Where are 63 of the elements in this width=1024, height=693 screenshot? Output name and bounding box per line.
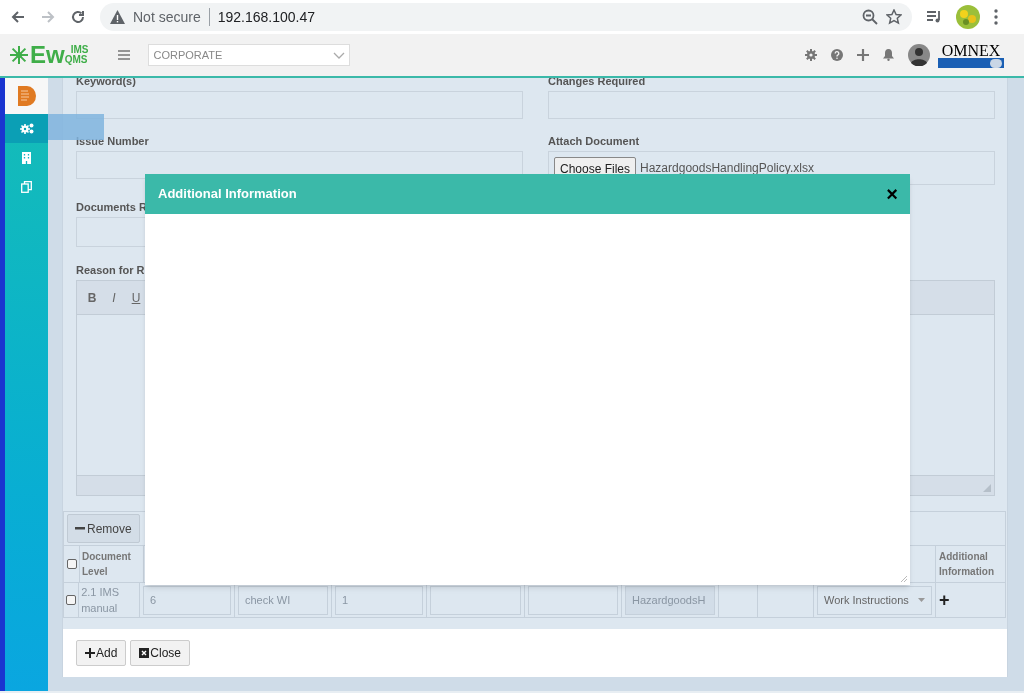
gears-icon [19,123,34,134]
column-header: Document Level [82,550,132,579]
input-field[interactable] [528,585,618,615]
chevron-icon [333,51,346,59]
warning-icon [110,10,125,24]
user-avatar[interactable] [908,44,930,66]
zoom-icon[interactable] [862,9,878,25]
building-icon [22,151,31,164]
logo-text: IMS [69,45,89,55]
settings-icon[interactable] [805,49,817,61]
star-icon[interactable] [886,9,902,25]
resize-grip-icon[interactable] [983,484,991,492]
plus-icon [85,648,95,658]
field-label: Attach Document [548,134,641,148]
help-icon[interactable] [831,49,843,61]
security-label: Not secure [133,7,201,27]
logo-text: QMS [64,55,89,65]
add-button[interactable]: Add [76,640,127,666]
profile-avatar[interactable] [956,5,980,29]
add-info-button[interactable]: + [939,591,950,609]
format-button[interactable]: I [109,288,119,307]
format-button[interactable]: B [87,288,97,307]
resize-grip-icon[interactable] [900,575,907,582]
minus-icon [75,527,85,530]
field-label: Issue Number [76,134,150,148]
close-button[interactable]: Close [130,640,191,666]
plus-icon[interactable] [857,49,869,61]
field-label: Changes Required [548,78,647,88]
sidebar-item[interactable] [5,114,48,143]
checkbox[interactable] [66,559,77,569]
close-button[interactable]: × [886,184,898,204]
logo-text: Ew [30,43,65,67]
url-text: 192.168.100.47 [217,7,316,27]
checkbox[interactable] [66,595,77,605]
input-field[interactable] [430,585,521,615]
menu-icon[interactable] [118,50,131,60]
site-select[interactable]: CORPORATE [148,44,351,66]
bell-icon[interactable] [883,49,894,61]
document-icon [17,86,36,106]
input-field[interactable] [76,91,523,119]
column-header: Additional Information [939,550,995,579]
file-name: HazardgoodsHandlingPolicy.xlsx [640,160,814,177]
address-bar[interactable]: Not secure 192.168.100.47 [100,3,912,31]
back-icon[interactable] [10,9,26,25]
format-button[interactable]: U [131,288,141,307]
input-field[interactable]: 6 [143,585,231,615]
sidebar-item[interactable] [5,78,48,114]
modal-title: Additional Information [158,185,297,204]
reload-icon[interactable] [70,9,86,25]
media-icon[interactable] [926,10,942,24]
sunburst-icon [10,46,28,64]
caret-icon [918,598,925,602]
input-field[interactable]: check WI [238,585,328,615]
close-icon [139,648,150,658]
field-label: Reason for R [76,263,146,277]
table-cell-text: 2.1 IMS manual [81,585,121,616]
input-field[interactable]: 1 [335,585,423,615]
field-label: Keyword(s) [76,78,137,88]
brand-logo: OMNEX [938,42,1004,68]
type-select[interactable]: Work Instructions [817,585,932,615]
remove-button[interactable]: Remove [67,514,140,543]
copy-icon [21,180,32,193]
menu-icon[interactable] [994,9,998,25]
